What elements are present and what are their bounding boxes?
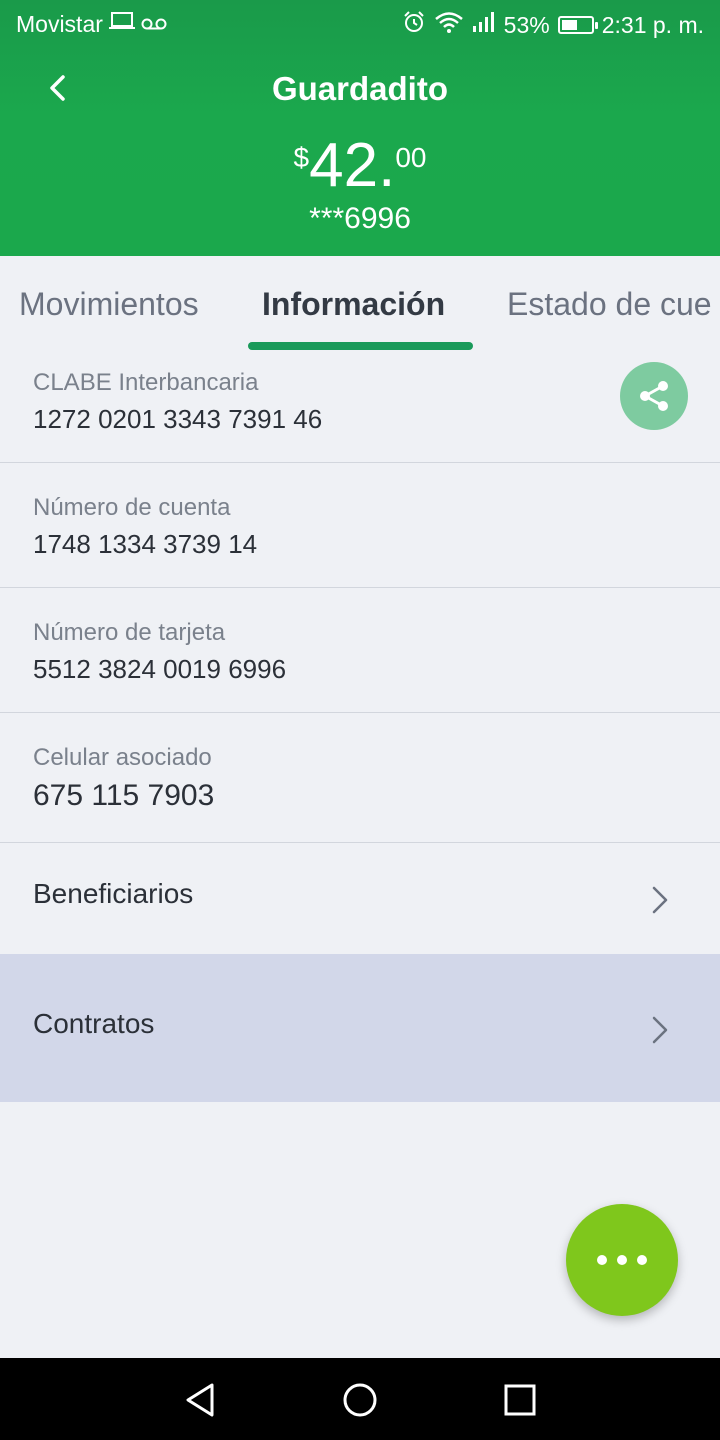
phone-value: 675 115 7903 [33,779,215,812]
account-balance: $42.00 [0,130,720,201]
masked-account-number: ***6996 [309,202,411,235]
signal-icon [472,11,496,39]
account-number-value: 1748 1334 3739 14 [33,529,258,559]
system-nav-bar [0,1358,720,1440]
account-number-row: Número de cuenta 1748 1334 3739 14 [0,463,720,588]
card-number-label: Número de tarjeta [33,619,226,646]
tab-bar: Movimientos Información Estado de cue [0,256,720,352]
beneficiarios-row[interactable]: Beneficiarios [0,843,720,954]
status-bar: Movistar 53% 2:31 p. m. [0,0,720,48]
account-number-label: Número de cuenta [33,494,231,521]
chevron-right-icon [652,1016,668,1044]
account-header: Movistar 53% 2:31 p. m. Guardadito $42.0… [0,0,720,256]
more-dot [617,1255,627,1265]
beneficiarios-label: Beneficiarios [33,878,194,909]
balance-decimals: 00 [395,142,427,173]
tab-movimientos[interactable]: Movimientos [19,286,199,323]
back-triangle-icon[interactable] [180,1380,220,1420]
card-number-row: Número de tarjeta 5512 3824 0019 6996 [0,588,720,713]
more-options-button[interactable] [566,1204,678,1316]
balance-currency: $ [293,142,310,173]
chevron-right-icon [652,886,668,914]
battery-icon [557,16,598,34]
tab-estado-de-cuenta[interactable]: Estado de cue [507,286,712,323]
recents-square-icon[interactable] [500,1380,540,1420]
clock: 2:31 p. m. [601,11,704,38]
clabe-row: CLABE Interbancaria 1272 0201 3343 7391 … [0,352,720,463]
home-circle-icon[interactable] [340,1380,380,1420]
share-icon [640,381,668,411]
clabe-value: 1272 0201 3343 7391 46 [33,404,323,434]
balance-integer: 42. [309,131,396,200]
contratos-row[interactable]: Contratos [0,954,720,1102]
active-tab-indicator [248,342,473,350]
voicemail-icon [141,11,167,38]
phone-row: Celular asociado 675 115 7903 [0,713,720,843]
more-dot [637,1255,647,1265]
laptop-icon [108,10,135,38]
carrier-name: Movistar [16,10,103,37]
tab-informacion[interactable]: Información [262,286,445,323]
phone-label: Celular asociado [33,744,212,771]
clabe-label: CLABE Interbancaria [33,369,259,396]
page-title: Guardadito [271,70,448,107]
card-number-value: 5512 3824 0019 6996 [33,654,287,684]
alarm-icon [402,10,426,40]
contratos-label: Contratos [33,1008,155,1039]
share-button[interactable] [620,362,688,430]
battery-percent: 53% [503,11,550,38]
wifi-icon [434,10,464,40]
more-dots-icon [597,1255,607,1265]
